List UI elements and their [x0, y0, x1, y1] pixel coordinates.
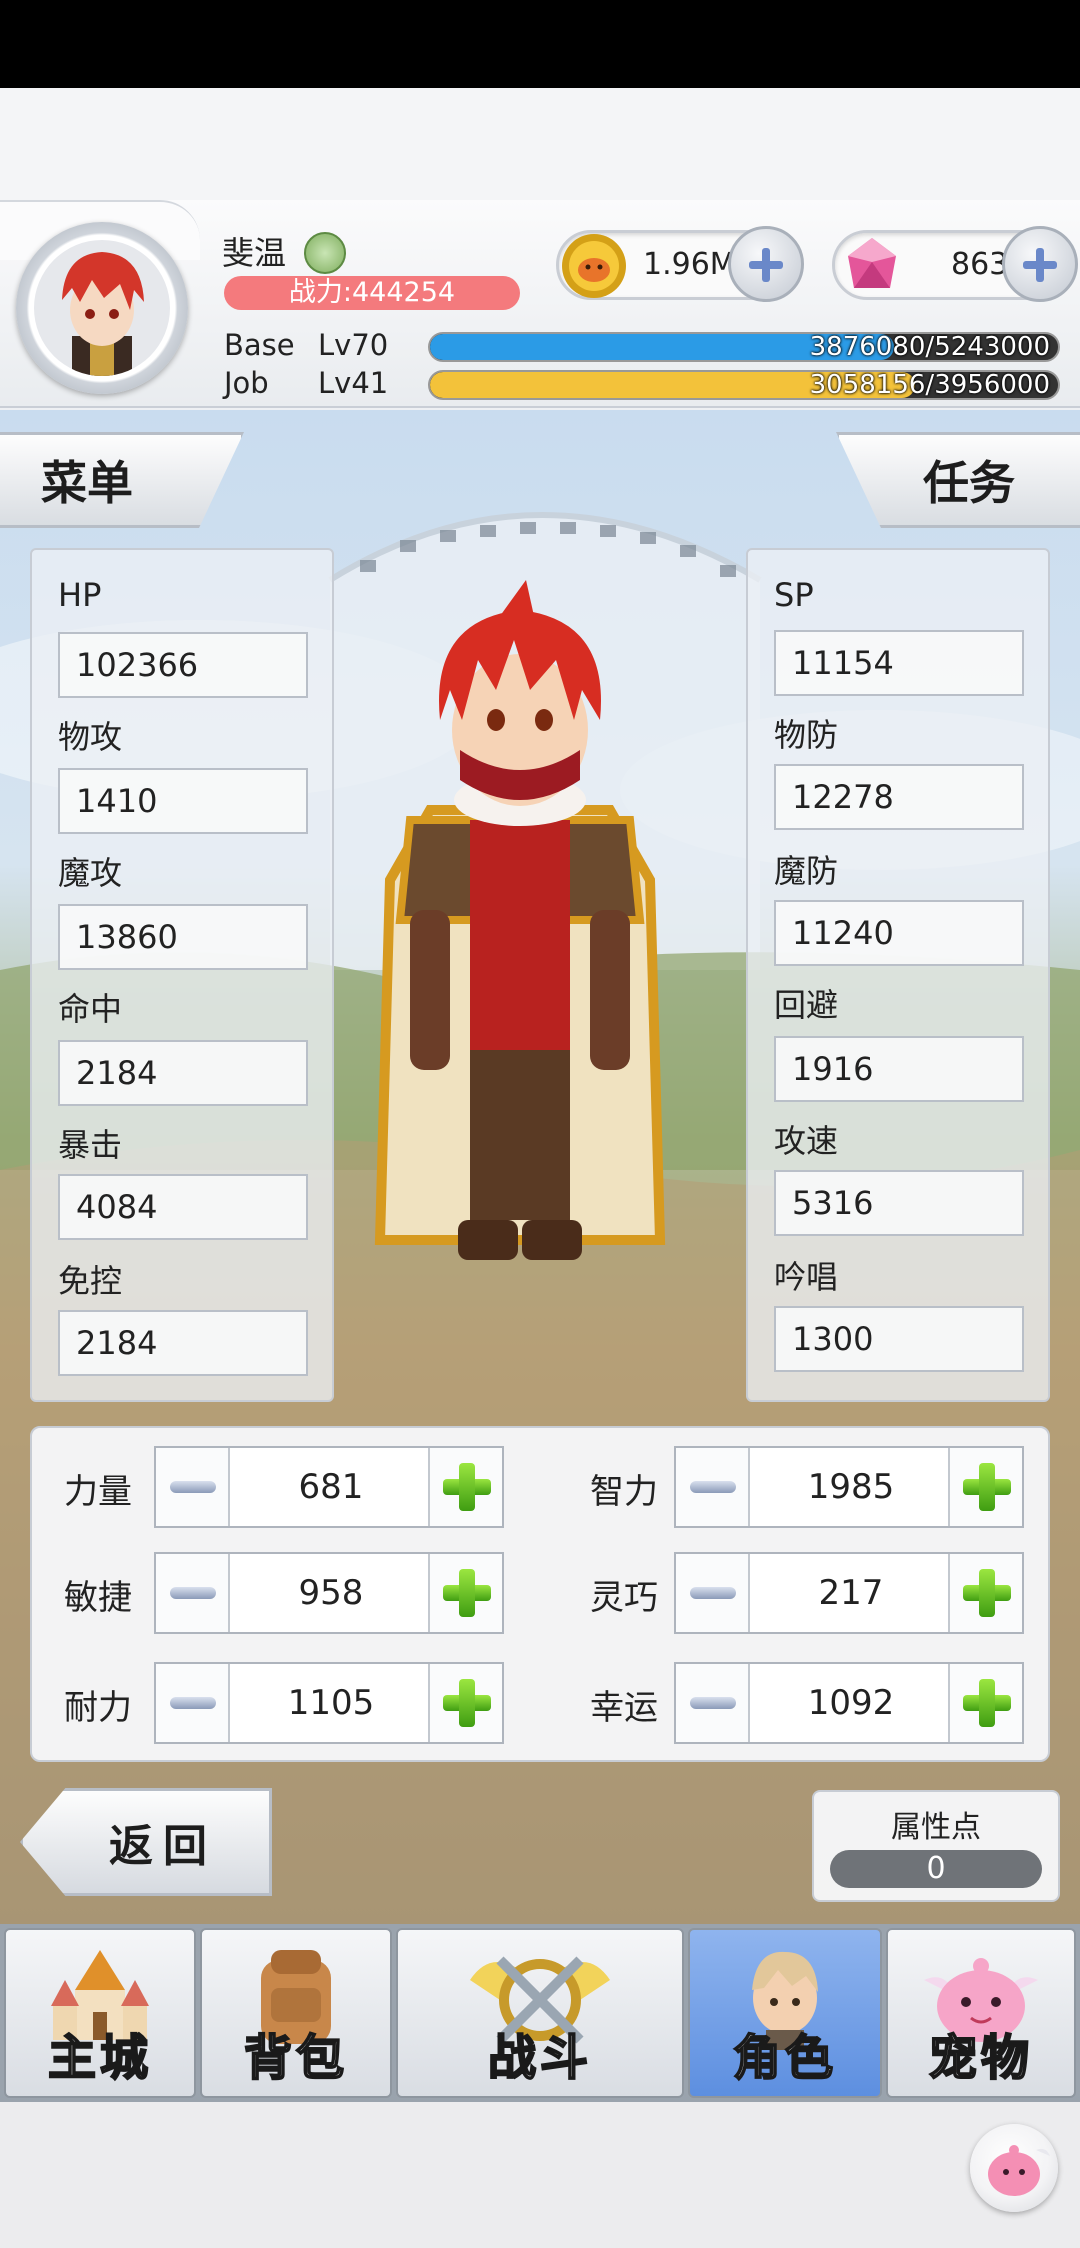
bottom-nav: 主城 背包 战斗 角色 宠物 [0, 1924, 1080, 2102]
attribute-label: 智力 [590, 1472, 658, 1512]
base-level: Lv70 [318, 328, 389, 362]
stat-value: 11154 [774, 630, 1024, 696]
footer-area [0, 2102, 1080, 2248]
floating-pet-button[interactable] [970, 2124, 1058, 2212]
stat-value: 11240 [774, 900, 1024, 966]
job-exp-bar: 3058156/3956000 [428, 370, 1060, 400]
attribute-value: 217 [818, 1573, 884, 1613]
stat-value: 1410 [58, 768, 308, 834]
stat-value: 12278 [774, 764, 1024, 830]
poring-icon [988, 2145, 1050, 2196]
menu-tab-label: 菜单 [41, 456, 133, 510]
nav-label: 角色 [732, 2029, 837, 2087]
character-sprite [374, 580, 666, 1260]
combat-power: 战力:444254 [224, 276, 520, 310]
stat-label: 物攻 [58, 718, 123, 756]
nav-label: 宠物 [928, 2029, 1033, 2087]
stat-label: 魔防 [774, 852, 839, 890]
luck-stepper: 1092 [674, 1662, 1024, 1744]
nav-item-battle[interactable]: 战斗 [396, 1928, 684, 2098]
gold-coin-icon [560, 232, 628, 300]
stat-value: 102366 [58, 632, 308, 698]
increase-button[interactable] [948, 1448, 1022, 1526]
attribute-label: 灵巧 [590, 1578, 658, 1618]
stat-label: 命中 [58, 990, 123, 1028]
gem-icon [838, 232, 906, 300]
nav-label: 主城 [47, 2029, 152, 2087]
status-bar [0, 0, 1080, 88]
attribute-label: 敏捷 [64, 1578, 132, 1618]
stat-label: 物防 [774, 716, 839, 754]
stat-value: 2184 [58, 1310, 308, 1376]
stat-label: 回避 [774, 986, 839, 1024]
attribute-points-value: 0 [830, 1850, 1042, 1888]
add-gold-button[interactable] [728, 226, 804, 302]
decrease-button[interactable] [156, 1664, 230, 1742]
stat-value: 5316 [774, 1170, 1024, 1236]
top-blank-area [0, 88, 1080, 200]
agility-stepper: 958 [154, 1552, 504, 1634]
strength-stepper: 681 [154, 1446, 504, 1528]
intelligence-stepper: 1985 [674, 1446, 1024, 1528]
guild-badge-icon [304, 232, 346, 274]
attribute-label: 耐力 [64, 1688, 132, 1728]
character-name: 斐温 [222, 234, 287, 272]
attribute-value: 958 [298, 1573, 364, 1613]
attribute-value: 1105 [287, 1683, 375, 1723]
increase-button[interactable] [948, 1554, 1022, 1632]
stat-value: 1916 [774, 1036, 1024, 1102]
left-stats-panel: HP 102366 物攻 1410 魔攻 13860 命中 2184 暴击 40… [30, 548, 334, 1402]
stat-value: 1300 [774, 1306, 1024, 1372]
stat-value: 2184 [58, 1040, 308, 1106]
increase-button[interactable] [428, 1664, 502, 1742]
nav-item-main-city[interactable]: 主城 [4, 1928, 196, 2098]
increase-button[interactable] [948, 1664, 1022, 1742]
nav-label: 战斗 [487, 2029, 592, 2087]
decrease-button[interactable] [676, 1664, 750, 1742]
decrease-button[interactable] [156, 1448, 230, 1526]
dexterity-stepper: 217 [674, 1552, 1024, 1634]
increase-button[interactable] [428, 1448, 502, 1526]
base-exp-text: 3876080/5243000 [809, 332, 1050, 362]
stat-label: 攻速 [774, 1122, 839, 1160]
decrease-button[interactable] [676, 1448, 750, 1526]
increase-button[interactable] [428, 1554, 502, 1632]
gem-amount: 863 [951, 247, 1009, 282]
vitality-stepper: 1105 [154, 1662, 504, 1744]
decrease-button[interactable] [156, 1554, 230, 1632]
stat-label: 魔攻 [58, 854, 123, 892]
decrease-button[interactable] [676, 1554, 750, 1632]
stat-label: 暴击 [58, 1126, 123, 1164]
nav-item-character[interactable]: 角色 [688, 1928, 882, 2098]
attribute-panel: 力量 681 智力 1985 敏捷 958 灵巧 217 耐力 1105 幸运 … [30, 1426, 1050, 1762]
attribute-value: 681 [298, 1467, 364, 1507]
attribute-label: 幸运 [590, 1688, 658, 1728]
job-level: Lv41 [318, 366, 389, 400]
stat-value: 13860 [58, 904, 308, 970]
job-label: Job [224, 366, 269, 400]
stat-value: 4084 [58, 1174, 308, 1240]
right-stats-panel: SP 11154 物防 12278 魔防 11240 回避 1916 攻速 53… [746, 548, 1050, 1402]
nav-label: 背包 [243, 2029, 348, 2087]
add-gem-button[interactable] [1002, 226, 1078, 302]
stat-label: 免控 [58, 1262, 123, 1300]
gold-amount: 1.96M [643, 247, 736, 282]
tasks-tab-label: 任务 [923, 456, 1015, 510]
avatar[interactable] [34, 240, 170, 376]
back-button[interactable]: 返回 [20, 1788, 272, 1896]
base-label: Base [224, 328, 295, 362]
stat-label: 吟唱 [774, 1258, 839, 1296]
job-exp-text: 3058156/3956000 [809, 370, 1050, 400]
back-button-label: 返回 [109, 1821, 217, 1872]
nav-item-backpack[interactable]: 背包 [200, 1928, 392, 2098]
attribute-points-label: 属性点 [891, 1810, 981, 1845]
stat-label: HP [58, 576, 102, 614]
attribute-value: 1092 [807, 1683, 895, 1723]
attribute-value: 1985 [807, 1467, 895, 1507]
base-exp-bar: 3876080/5243000 [428, 332, 1060, 362]
stat-label: SP [774, 576, 814, 614]
attribute-label: 力量 [64, 1472, 132, 1512]
nav-item-pet[interactable]: 宠物 [886, 1928, 1076, 2098]
attribute-points-box: 属性点 0 [812, 1790, 1060, 1902]
